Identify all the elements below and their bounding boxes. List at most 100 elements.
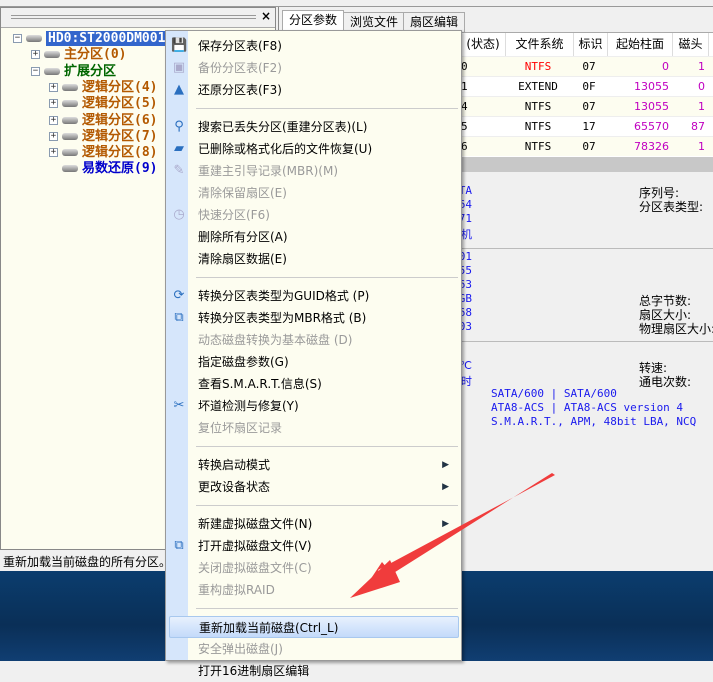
tree-item[interactable]: − 扩展分区 — [31, 64, 116, 80]
disk-icon — [44, 67, 60, 75]
menu-item[interactable]: ✂ 坏道检测与修复(Y) — [169, 395, 459, 417]
table-cell: 1 — [698, 140, 705, 153]
tree-item[interactable]: + 逻辑分区(6) — [49, 113, 157, 129]
table-cell: 0F — [582, 80, 596, 93]
tree-item[interactable]: + 主分区(0) — [31, 47, 126, 63]
menu-item[interactable]: 删除所有分区(A) — [169, 226, 459, 248]
column-header[interactable]: 标识 — [574, 33, 608, 56]
disk-icon — [62, 83, 78, 91]
menu-item-label: 打开虚拟磁盘文件(V) — [198, 539, 312, 553]
tree-item[interactable]: + 逻辑分区(4) — [49, 80, 157, 96]
menu-item[interactable]: 清除扇区数据(E) — [169, 248, 459, 270]
menu-item-label: 复位坏扇区记录 — [198, 421, 283, 435]
expand-icon[interactable]: + — [49, 115, 58, 125]
virtual-disk-icon: ⧉ — [174, 538, 184, 553]
collapse-icon[interactable]: − — [13, 34, 22, 43]
menu-item[interactable]: 指定磁盘参数(G) — [169, 351, 459, 373]
info-value: ATA8-ACS | ATA8-ACS version 4 — [491, 401, 684, 414]
disk-icon — [62, 165, 78, 173]
menu-item[interactable]: 打开16进制扇区编辑 — [169, 660, 459, 682]
info-label: 分区表类型: — [639, 200, 704, 214]
menu-item[interactable]: ◷ 快速分区(F6) — [169, 204, 459, 226]
tree-item-label: 逻辑分区(6) — [82, 112, 158, 128]
menu-item-label: 指定磁盘参数(G) — [198, 355, 289, 369]
menu-item[interactable]: ⟳ 转换分区表类型为GUID格式 (P) — [169, 285, 459, 307]
tree-item-label: 逻辑分区(5) — [82, 96, 158, 112]
close-icon[interactable]: × — [261, 9, 271, 23]
tree-item[interactable]: 易数还原(9) — [49, 161, 157, 177]
collapse-icon[interactable]: − — [31, 66, 40, 76]
tree-item-label: 逻辑分区(8) — [82, 145, 158, 161]
menu-item-label: 备份分区表(F2) — [198, 61, 282, 75]
table-cell: NTFS — [524, 140, 552, 153]
table-cell: 13055 — [634, 80, 669, 93]
table-cell: 07 — [582, 100, 596, 113]
menu-item[interactable]: ▲ 还原分区表(F3) — [169, 79, 459, 101]
table-cell: 0 — [662, 60, 669, 73]
menu-item[interactable]: ▰ 已删除或格式化后的文件恢复(U) — [169, 138, 459, 160]
menu-separator — [196, 277, 458, 278]
table-cell: NTFS — [524, 60, 552, 73]
menu-item-label: 查看S.M.A.R.T.信息(S) — [198, 377, 322, 391]
table-cell: 0 — [698, 80, 705, 93]
expand-icon[interactable]: + — [49, 148, 58, 158]
tree-item[interactable]: + 逻辑分区(8) — [49, 145, 157, 161]
menu-item[interactable]: ▣ 备份分区表(F2) — [169, 57, 459, 79]
tree-item-label: 主分区(0) — [64, 47, 127, 63]
expand-icon[interactable]: + — [49, 131, 58, 141]
tree-item[interactable]: + 逻辑分区(5) — [49, 96, 157, 112]
menu-item[interactable]: 安全弹出磁盘(J) — [169, 638, 459, 660]
menu-item[interactable]: ⧉ 转换分区表类型为MBR格式 (B) — [169, 307, 459, 329]
menu-item-label: 坏道检测与修复(Y) — [198, 399, 299, 413]
info-label: 物理扇区大小: — [639, 322, 713, 336]
disk-icon — [44, 51, 60, 59]
menu-item[interactable]: 动态磁盘转换为基本磁盘 (D) — [169, 329, 459, 351]
tab-sector-edit[interactable]: 扇区编辑 — [403, 12, 466, 32]
menu-item-label: 重建主引导记录(MBR)(M) — [198, 164, 339, 178]
column-header[interactable]: 文件系统 — [506, 33, 574, 56]
menu-item[interactable]: ⚲ 搜索已丢失分区(重建分区表)(L) — [169, 116, 459, 138]
tab-browse-files[interactable]: 浏览文件 — [343, 12, 406, 32]
table-cell: 65570 — [634, 120, 669, 133]
menu-item-label: 还原分区表(F3) — [198, 83, 282, 97]
menu-item[interactable]: 💾 保存分区表(F8) — [169, 35, 459, 57]
clock-icon: ◷ — [173, 207, 185, 222]
menu-item-label: 关闭虚拟磁盘文件(C) — [198, 561, 312, 575]
menu-item-label: 清除保留扇区(E) — [198, 186, 287, 200]
tree-item-label: 扩展分区 — [64, 63, 117, 79]
menu-item-label: 删除所有分区(A) — [198, 230, 288, 244]
menu-item[interactable]: 清除保留扇区(E) — [169, 182, 459, 204]
red-arrow-annotation — [350, 473, 555, 598]
backup-icon: ▣ — [172, 60, 186, 75]
table-cell: 0 — [461, 60, 468, 73]
disk-icon — [62, 116, 78, 124]
tree-item[interactable]: + 逻辑分区(7) — [49, 129, 157, 145]
expand-icon[interactable]: + — [31, 50, 40, 60]
menu-separator — [196, 608, 458, 609]
menu-item-label: 重构虚拟RAID — [198, 583, 275, 597]
menu-item[interactable]: ✎ 重建主引导记录(MBR)(M) — [169, 160, 459, 182]
column-header[interactable]: (状态) — [461, 33, 506, 56]
tree-item-label: 易数还原(9) — [82, 161, 158, 177]
column-header[interactable]: 磁头 — [673, 33, 709, 56]
table-cell: 07 — [582, 60, 596, 73]
table-cell: NTFS — [524, 100, 552, 113]
edit-icon: ✎ — [173, 163, 185, 178]
panel-grip[interactable] — [11, 15, 256, 19]
tree-item-label: 逻辑分区(7) — [82, 128, 158, 144]
menu-item-label: 新建虚拟磁盘文件(N) — [198, 517, 313, 531]
menu-item-label: 更改设备状态 — [198, 480, 271, 494]
menu-item[interactable]: 重新加载当前磁盘(Ctrl_L) — [169, 616, 459, 638]
menu-separator — [196, 108, 458, 109]
menu-item[interactable]: 查看S.M.A.R.T.信息(S) — [169, 373, 459, 395]
table-cell: 07 — [582, 140, 596, 153]
expand-icon[interactable]: + — [49, 99, 58, 109]
table-cell: 17 — [582, 120, 596, 133]
column-header[interactable]: 起始柱面 — [608, 33, 673, 56]
menu-item[interactable]: 复位坏扇区记录 — [169, 417, 459, 439]
panel-header: × — [1, 8, 275, 28]
restore-icon: ▲ — [174, 82, 184, 97]
tools-icon: ✂ — [173, 398, 185, 413]
search-icon: ⚲ — [174, 119, 184, 134]
expand-icon[interactable]: + — [49, 82, 58, 92]
